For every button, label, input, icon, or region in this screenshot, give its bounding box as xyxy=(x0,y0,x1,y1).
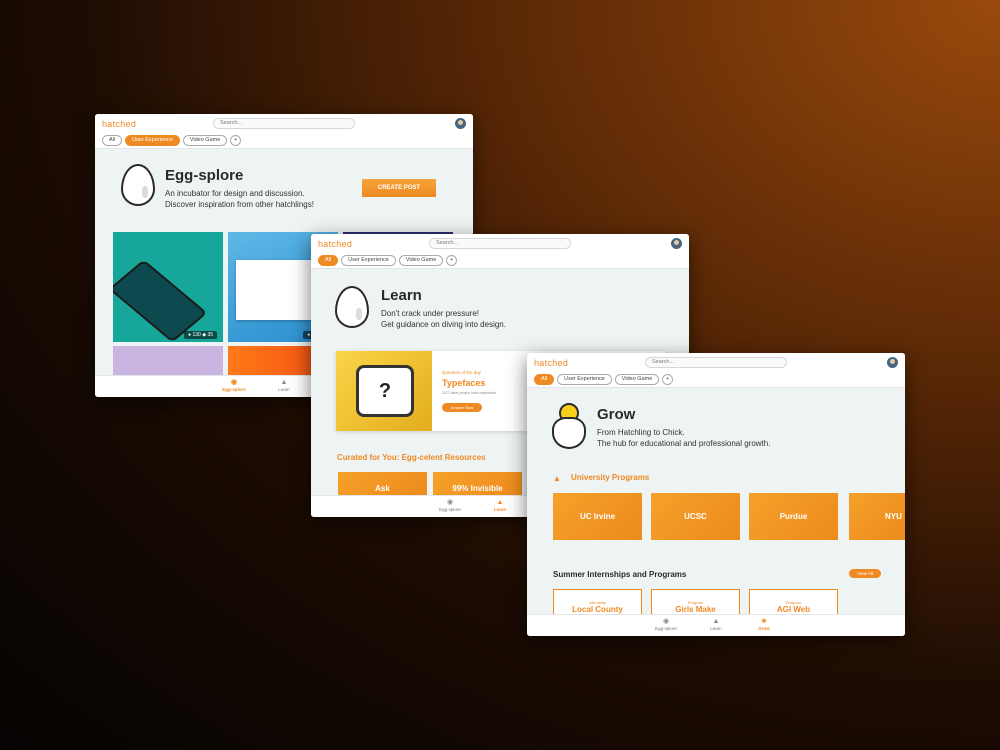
logo[interactable]: hatched xyxy=(318,239,352,249)
nav-learn-label: Learn xyxy=(710,626,722,631)
tag-tabs: All User Experience Video Game + xyxy=(534,374,674,385)
search-input[interactable]: Search... xyxy=(645,357,787,368)
university-card[interactable]: UCSC xyxy=(651,493,740,540)
likes-count: 130 xyxy=(192,332,201,338)
page-subtitle-1: From Hatchling to Chick. xyxy=(597,428,685,437)
compass-icon: ◉ xyxy=(230,379,238,386)
answer-now-button[interactable]: Answer Now xyxy=(442,403,482,412)
page-subtitle-2: Discover inspiration from other hatchlin… xyxy=(165,200,314,209)
question-mark-icon: ? xyxy=(356,365,414,417)
post-stats: ● 130 ◆ 35 xyxy=(184,331,217,339)
nav-learn[interactable]: ▲ Learn xyxy=(264,379,304,392)
nav-learn[interactable]: ▲ Learn xyxy=(696,618,736,631)
nav-explore[interactable]: ◉ Egg-splore xyxy=(214,379,254,392)
search-input[interactable]: Search... xyxy=(213,118,355,129)
tab-video-game[interactable]: Video Game xyxy=(398,255,444,266)
avatar[interactable] xyxy=(671,238,682,249)
create-post-button[interactable]: CREATE POST xyxy=(362,179,436,197)
page-title: Learn xyxy=(381,287,422,304)
top-bar: hatched Search... All User Experience Vi… xyxy=(311,234,689,269)
star-icon: ★ xyxy=(760,618,768,625)
egg-icon xyxy=(121,164,155,206)
graduation-cap-icon: ▲ xyxy=(712,618,720,625)
bottom-nav: ◉ Egg-splore ▲ Learn ★ Grow xyxy=(527,614,905,636)
tab-all[interactable]: All xyxy=(534,374,555,385)
university-name: NYU xyxy=(885,512,902,521)
nav-explore-label: Egg-splore xyxy=(439,507,461,512)
tab-user-experience[interactable]: User Experience xyxy=(341,255,396,266)
tab-user-experience[interactable]: User Experience xyxy=(125,135,180,146)
graduation-cap-icon: ▲ xyxy=(496,499,504,506)
tab-user-experience[interactable]: User Experience xyxy=(557,374,612,385)
question-image: ? xyxy=(336,351,432,431)
resource-card[interactable]: Ask xyxy=(338,472,427,496)
graduation-cap-icon: ▲ xyxy=(553,474,561,483)
compass-icon: ◉ xyxy=(662,618,670,625)
university-card[interactable]: UC Irvine xyxy=(553,493,642,540)
nav-grow[interactable]: ★ Grow xyxy=(744,618,784,631)
tab-video-game[interactable]: Video Game xyxy=(614,374,660,385)
lightbulb-icon: ● xyxy=(188,332,192,338)
internship-name: Local County xyxy=(572,605,623,614)
qotd-meta: 1127 other people have responded xyxy=(442,391,497,395)
page-subtitle-2: The hub for educational and professional… xyxy=(597,439,771,448)
qotd-label: Question of the day xyxy=(442,370,482,375)
grow-window: hatched Search... All User Experience Vi… xyxy=(527,353,905,636)
nav-grow-label: Grow xyxy=(758,626,770,631)
curated-title: Curated for You: Egg-celent Resources xyxy=(337,453,486,462)
nav-learn[interactable]: ▲ Learn xyxy=(480,499,520,512)
page-subtitle-2: Get guidance on diving into design. xyxy=(381,320,506,329)
university-programs-title: University Programs xyxy=(571,473,650,482)
add-tag-button[interactable]: + xyxy=(446,255,458,266)
page-title: Egg-splore xyxy=(165,167,244,184)
page-subtitle-1: An incubator for design and discussion. xyxy=(165,189,305,198)
comments-count: 35 xyxy=(207,332,213,338)
nav-learn-label: Learn xyxy=(493,507,507,512)
resource-card[interactable]: 99% Invisible xyxy=(433,472,522,496)
avatar[interactable] xyxy=(887,357,898,368)
nav-explore[interactable]: ◉ Egg-splore xyxy=(646,618,686,631)
page-title: Grow xyxy=(597,406,636,423)
university-card[interactable]: Purdue xyxy=(749,493,838,540)
nav-learn-label: Learn xyxy=(278,387,290,392)
tag-tabs: All User Experience Video Game + xyxy=(318,255,458,266)
compass-icon: ◉ xyxy=(446,499,454,506)
graduation-cap-icon: ▲ xyxy=(280,379,288,386)
tab-video-game[interactable]: Video Game xyxy=(182,135,228,146)
chick-egg-icon xyxy=(551,403,587,449)
university-name: UCSC xyxy=(684,512,707,521)
top-bar: hatched Search... All User Experience Vi… xyxy=(527,353,905,388)
resource-title: 99% Invisible xyxy=(452,484,503,493)
post-card-phone[interactable]: ● 130 ◆ 35 xyxy=(113,232,223,342)
internship-name: AGI Web xyxy=(776,605,811,614)
logo[interactable]: hatched xyxy=(534,358,568,368)
university-name: UC Irvine xyxy=(579,512,616,521)
add-tag-button[interactable]: + xyxy=(662,374,674,385)
lightbulb-icon: ● xyxy=(307,332,311,338)
tab-all[interactable]: All xyxy=(102,135,123,146)
university-card[interactable]: NYU xyxy=(849,493,905,540)
resource-title: Ask xyxy=(375,484,390,493)
internships-title: Summer Internships and Programs xyxy=(553,570,687,579)
qotd-title: Typefaces xyxy=(442,378,486,388)
cracked-egg-icon xyxy=(335,286,369,328)
add-tag-button[interactable]: + xyxy=(230,135,242,146)
tab-all[interactable]: All xyxy=(318,255,339,266)
view-all-button[interactable]: View All xyxy=(849,569,881,578)
logo[interactable]: hatched xyxy=(102,119,136,129)
university-name: Purdue xyxy=(779,512,808,521)
nav-explore-label: Egg-splore xyxy=(655,626,677,631)
page-subtitle-1: Don't crack under pressure! xyxy=(381,309,480,318)
phone-image xyxy=(113,259,208,342)
comment-icon: ◆ xyxy=(202,332,207,338)
avatar[interactable] xyxy=(455,118,466,129)
internship-name: Girls Make xyxy=(675,605,716,614)
nav-explore[interactable]: ◉ Egg-splore xyxy=(430,499,470,512)
tag-tabs: All User Experience Video Game + xyxy=(102,135,242,146)
top-bar: hatched Search... All User Experience Vi… xyxy=(95,114,473,149)
search-input[interactable]: Search... xyxy=(429,238,571,249)
nav-explore-label: Egg-splore xyxy=(222,387,246,392)
